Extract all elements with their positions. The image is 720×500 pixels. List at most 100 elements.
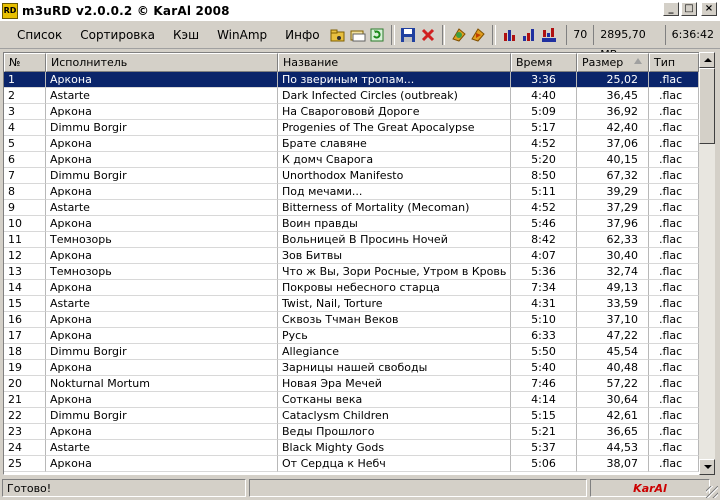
- row-artist: Аркона: [46, 136, 278, 152]
- toolbar-separator: [492, 25, 496, 45]
- track-count: 70: [566, 25, 593, 45]
- delete-icon[interactable]: [418, 24, 437, 46]
- close-button[interactable]: ×: [701, 2, 717, 16]
- row-title: Сотканы века: [278, 392, 511, 408]
- minimize-button[interactable]: _: [663, 2, 679, 16]
- menu-sort[interactable]: Сортировка: [71, 24, 164, 46]
- table-row[interactable]: 19 Аркона Зарницы нашей свободы 5:40 40,48 .f…: [4, 360, 699, 376]
- folder-music-icon[interactable]: [329, 24, 348, 46]
- table-row[interactable]: 9 Astarte Bitterness of Mortality (Mecoman…: [4, 200, 699, 216]
- winamp-play-icon[interactable]: [469, 24, 488, 46]
- row-time: 5:17: [511, 120, 577, 136]
- menu-list[interactable]: Список: [8, 24, 71, 46]
- chart-sorted-icon[interactable]: [519, 24, 538, 46]
- table-row[interactable]: 18 Dimmu Borgir Allegiance 5:50 45,54 .flac: [4, 344, 699, 360]
- row-time: 7:46: [511, 376, 577, 392]
- row-title: Вольницей В Просинь Ночей: [278, 232, 511, 248]
- row-type: .flac: [649, 136, 699, 152]
- menu-winamp[interactable]: WinAmp: [208, 24, 276, 46]
- table-row[interactable]: 4 Dimmu Borgir Progenies of The Great Apoc…: [4, 120, 699, 136]
- row-type: .flac: [649, 152, 699, 168]
- chart-icon[interactable]: [500, 24, 519, 46]
- table-row[interactable]: 14 Аркона Покровы небесного старца 7:34 49,1…: [4, 280, 699, 296]
- scroll-thumb[interactable]: [699, 68, 715, 144]
- table-row[interactable]: 1 Аркона По звериным тропам... 3:36 25,02 .fl…: [4, 72, 699, 88]
- row-number: 17: [4, 328, 46, 344]
- row-type: .flac: [649, 200, 699, 216]
- row-size: 44,53: [577, 440, 649, 456]
- column-header-number[interactable]: №: [4, 53, 46, 72]
- row-type: .flac: [649, 440, 699, 456]
- scroll-down-button[interactable]: [699, 459, 715, 475]
- row-size: 32,74: [577, 264, 649, 280]
- row-title: Зарницы нашей свободы: [278, 360, 511, 376]
- chart-random-icon[interactable]: [539, 24, 558, 46]
- row-type: .flac: [649, 120, 699, 136]
- table-row[interactable]: 3 Аркона На Сварогововй Дороге 5:09 36,92 .fl…: [4, 104, 699, 120]
- column-header-type[interactable]: Тип: [649, 53, 699, 72]
- table-row[interactable]: 11 Темнозорь Вольницей В Просинь Ночей 8:42…: [4, 232, 699, 248]
- table-row[interactable]: 22 Dimmu Borgir Cataclysm Children 5:15 42,6…: [4, 408, 699, 424]
- table-row[interactable]: 12 Аркона Зов Битвы 4:07 30,40 .flac: [4, 248, 699, 264]
- column-header-title[interactable]: Название: [278, 53, 511, 72]
- row-artist: Astarte: [46, 88, 278, 104]
- table-row[interactable]: 5 Аркона Брате славяне 4:52 37,06 .flac: [4, 136, 699, 152]
- table-row[interactable]: 24 Astarte Black Mighty Gods 5:37 44,53 .flac: [4, 440, 699, 456]
- column-header-time[interactable]: Время: [511, 53, 577, 72]
- table-row[interactable]: 7 Dimmu Borgir Unorthodox Manifesto 8:50 67,…: [4, 168, 699, 184]
- row-title: Twist, Nail, Torture: [278, 296, 511, 312]
- row-number: 16: [4, 312, 46, 328]
- row-title: Что ж Вы, Зори Росные, Утром в Кровь Б..…: [278, 264, 511, 280]
- row-time: 5:50: [511, 344, 577, 360]
- row-title: На Сварогововй Дороге: [278, 104, 511, 120]
- table-row[interactable]: 20 Nokturnal Mortum Новая Эра Мечей 7:46 57,…: [4, 376, 699, 392]
- table-row[interactable]: 2 Astarte Dark Infected Circles (outbreak)…: [4, 88, 699, 104]
- row-artist: Темнозорь: [46, 264, 278, 280]
- column-header-size[interactable]: Размер: [577, 53, 649, 72]
- row-type: .flac: [649, 408, 699, 424]
- table-row[interactable]: 16 Аркона Сквозь Тчман Веков 5:10 37,10 .flac: [4, 312, 699, 328]
- total-duration: 6:36:42: [664, 25, 720, 45]
- open-folder-icon[interactable]: [348, 24, 367, 46]
- row-size: 42,40: [577, 120, 649, 136]
- row-artist: Dimmu Borgir: [46, 344, 278, 360]
- table-row[interactable]: 13 Темнозорь Что ж Вы, Зори Росные, Утром …: [4, 264, 699, 280]
- playlist-grid[interactable]: № Исполнитель Название Время Размер Тип …: [3, 52, 700, 475]
- arrow-up-icon: [704, 58, 712, 62]
- grid-header: № Исполнитель Название Время Размер Тип: [4, 53, 699, 72]
- winamp-add-icon[interactable]: [449, 24, 468, 46]
- row-number: 10: [4, 216, 46, 232]
- table-row[interactable]: 6 Аркона К домч Сварога 5:20 40,15 .flac: [4, 152, 699, 168]
- row-title: Новая Эра Мечей: [278, 376, 511, 392]
- row-title: Allegiance: [278, 344, 511, 360]
- title-bar[interactable]: RD m3uRD v2.0.0.2 © KarAl 2008 _ □ ×: [0, 0, 720, 21]
- table-row[interactable]: 25 Аркона От Сердца к Небч 5:06 38,07 .flac: [4, 456, 699, 472]
- maximize-button[interactable]: □: [681, 2, 697, 16]
- row-number: 2: [4, 88, 46, 104]
- row-time: 5:36: [511, 264, 577, 280]
- table-row[interactable]: 17 Аркона Русь 6:33 47,22 .flac: [4, 328, 699, 344]
- sort-ascending-icon: [634, 58, 642, 64]
- row-size: 37,29: [577, 200, 649, 216]
- row-size: 25,02: [577, 72, 649, 88]
- row-artist: Аркона: [46, 184, 278, 200]
- row-type: .flac: [649, 376, 699, 392]
- table-row[interactable]: 21 Аркона Сотканы века 4:14 30,64 .flac: [4, 392, 699, 408]
- save-icon[interactable]: [399, 24, 418, 46]
- row-number: 24: [4, 440, 46, 456]
- table-row[interactable]: 10 Аркона Воин правды 5:46 37,96 .flac: [4, 216, 699, 232]
- menu-info[interactable]: Инфо: [276, 24, 328, 46]
- row-size: 36,65: [577, 424, 649, 440]
- refresh-icon[interactable]: [367, 24, 386, 46]
- table-row[interactable]: 15 Astarte Twist, Nail, Torture 4:31 33,59 .f…: [4, 296, 699, 312]
- menu-toolbar: Список Сортировка Кэш WinAmp Инфо 70 289…: [0, 22, 720, 61]
- column-header-artist[interactable]: Исполнитель: [46, 53, 278, 72]
- scroll-up-button[interactable]: [699, 52, 715, 68]
- vertical-scrollbar[interactable]: [699, 52, 715, 475]
- table-row[interactable]: 8 Аркона Под мечами... 5:11 39,29 .flac: [4, 184, 699, 200]
- row-title: Под мечами...: [278, 184, 511, 200]
- table-row[interactable]: 23 Аркона Веды Прошлого 5:21 36,65 .flac: [4, 424, 699, 440]
- menu-cache[interactable]: Кэш: [164, 24, 208, 46]
- resize-grip[interactable]: [706, 486, 718, 498]
- row-type: .flac: [649, 232, 699, 248]
